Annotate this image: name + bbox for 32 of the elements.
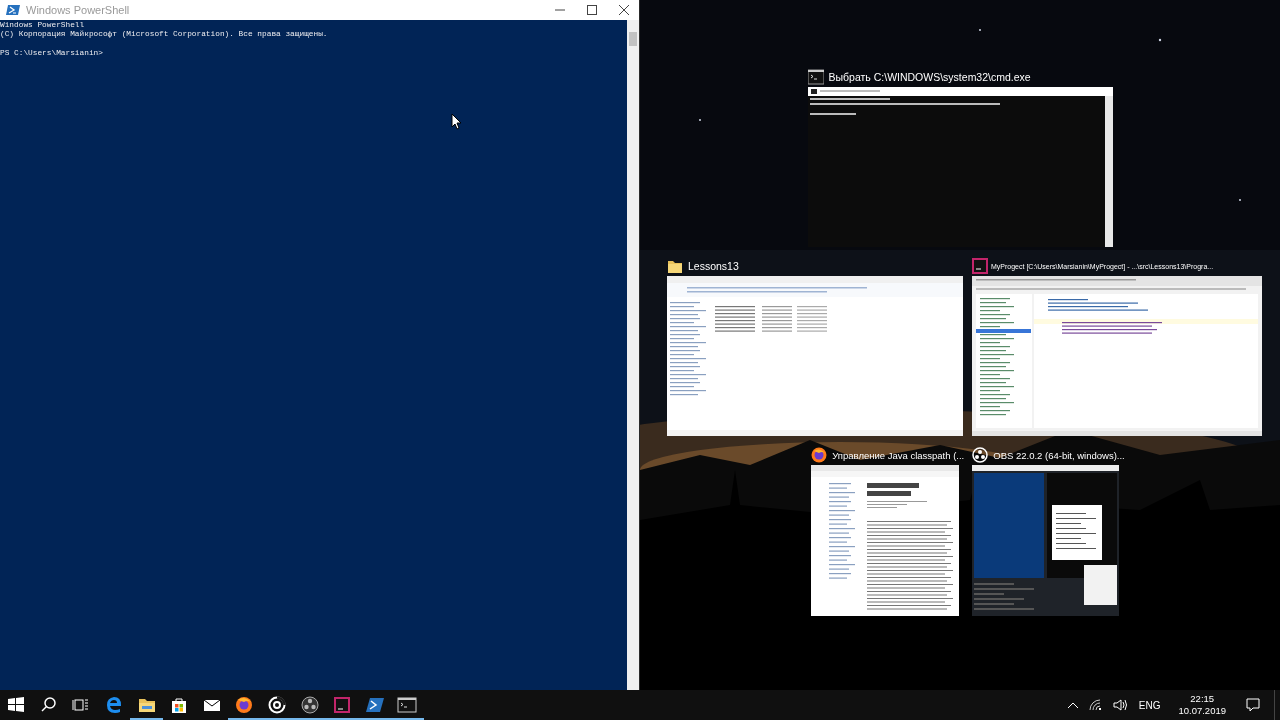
- app-logo-icon: [332, 695, 353, 715]
- window-thumbnail[interactable]: [807, 87, 1113, 247]
- thumbnail-title: Управление Java classpath (...: [832, 449, 965, 461]
- network-icon[interactable]: [1088, 699, 1103, 711]
- thumbnail-title: Lessons13: [688, 260, 739, 272]
- notifications-icon[interactable]: [1246, 698, 1260, 712]
- browser-logo-icon: [811, 447, 828, 463]
- windows-logo-icon: [6, 695, 27, 715]
- circle-logo-icon: [299, 695, 320, 715]
- clock-date[interactable]: 10.07.2019: [1178, 705, 1226, 717]
- window-thumbnail[interactable]: [972, 465, 1120, 616]
- scrollbar[interactable]: [627, 20, 639, 690]
- chevron-up-icon[interactable]: [1066, 700, 1079, 710]
- mouse-cursor-icon: [451, 113, 463, 131]
- powershell-icon: [6, 4, 20, 16]
- thumbnail-title: Выбрать C:\WINDOWS\system32\cmd.exe: [828, 71, 1031, 83]
- window-thumbnail[interactable]: [811, 465, 960, 616]
- powershell-icon: [364, 695, 385, 715]
- window-title: Windows PowerShell: [26, 4, 131, 16]
- target-icon: [267, 695, 288, 715]
- thumbnail-title: OBS 22.0.2 (64-bit, windows)...: [993, 449, 1125, 461]
- language-indicator[interactable]: ENG: [1138, 699, 1161, 711]
- circle-logo-icon: [972, 447, 989, 463]
- speaker-icon[interactable]: [1112, 699, 1127, 711]
- close-icon[interactable]: [619, 5, 629, 15]
- app-logo-icon: [972, 258, 988, 274]
- browser-logo-icon: [234, 695, 255, 715]
- window-thumbnail[interactable]: [667, 276, 963, 436]
- maximize-icon[interactable]: [587, 5, 597, 15]
- console-icon: [397, 695, 418, 715]
- clock-time[interactable]: 22:15: [1190, 693, 1215, 705]
- window-thumbnail[interactable]: [972, 276, 1262, 436]
